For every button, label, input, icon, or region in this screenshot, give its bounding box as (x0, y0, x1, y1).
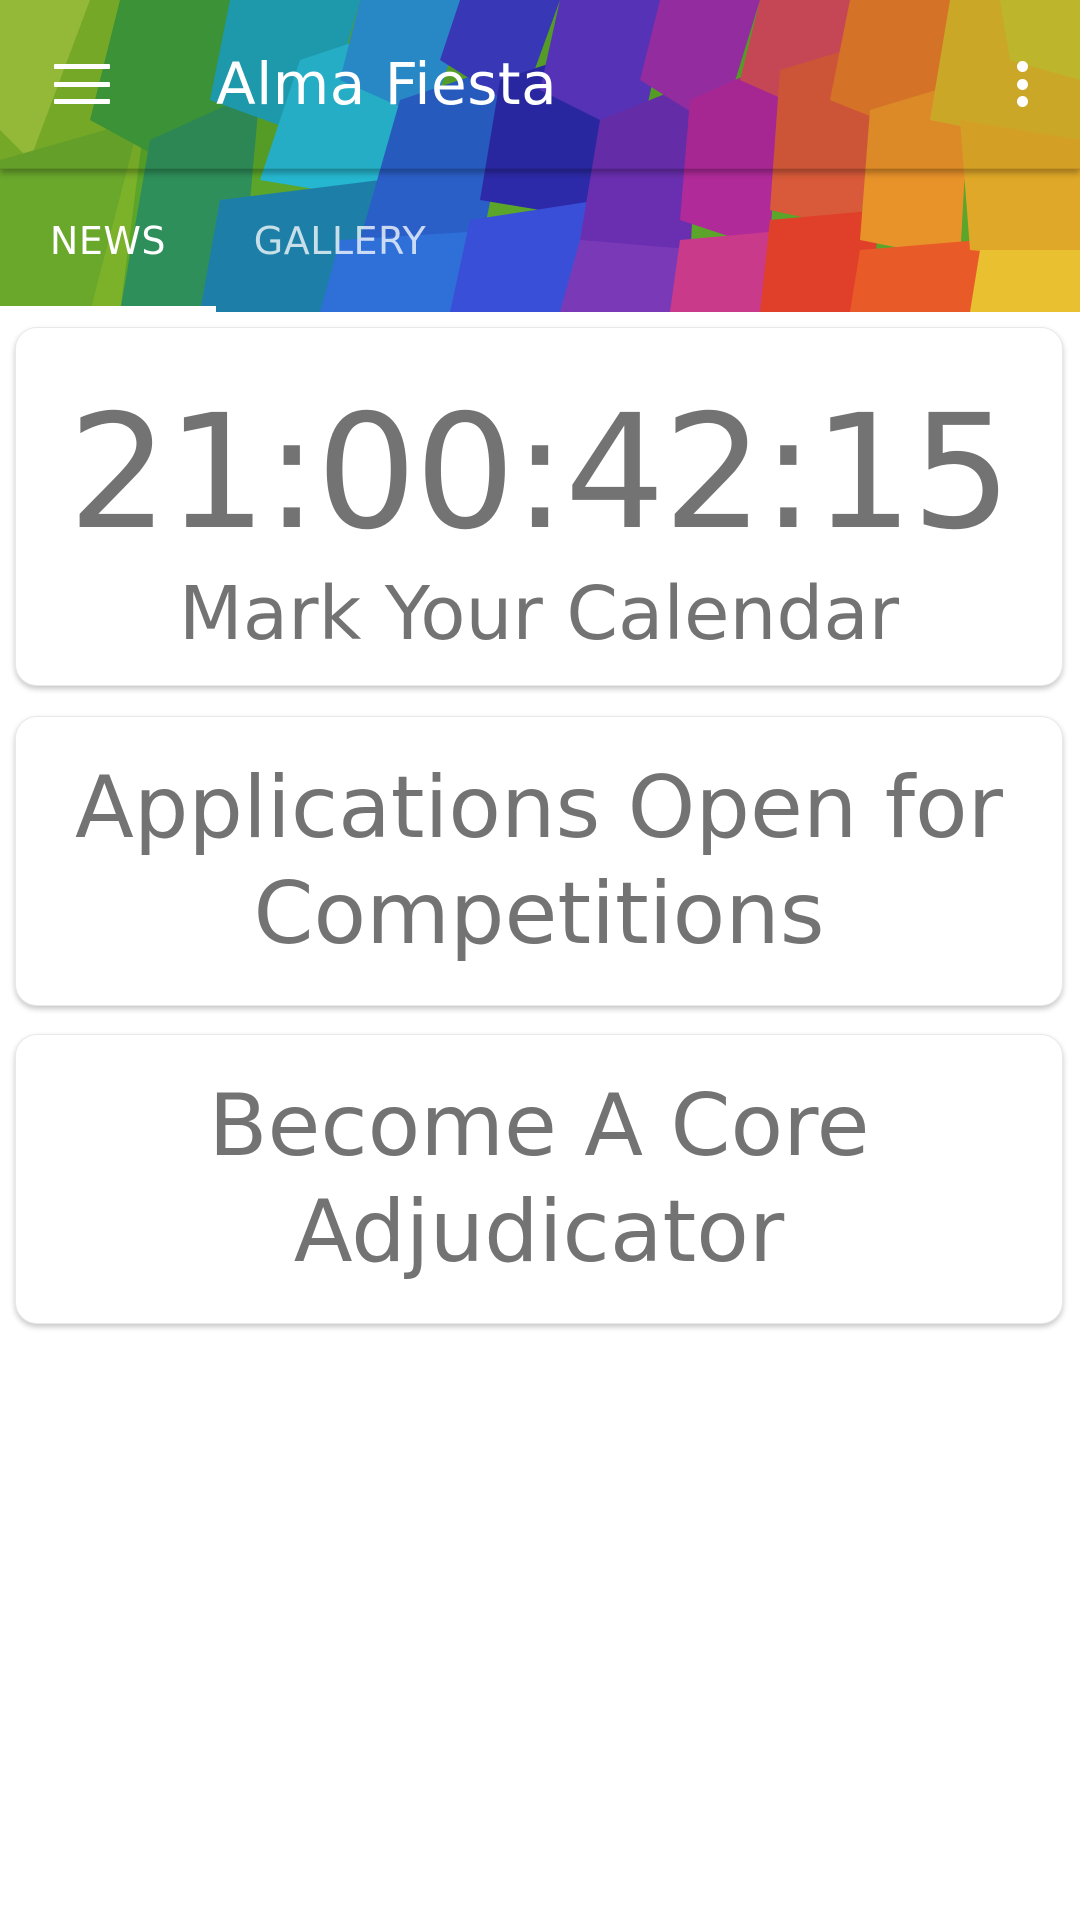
toolbar: Alma Fiesta (0, 0, 1080, 169)
more-vert-icon (1016, 61, 1028, 107)
hamburger-menu-icon (54, 64, 110, 104)
applications-open-card[interactable]: Applications Open for Competitions (15, 716, 1063, 1006)
core-adjudicator-text: Become A Core Adjudicator (208, 1076, 870, 1282)
overflow-menu-button[interactable] (982, 44, 1062, 124)
countdown-caption: Mark Your Calendar (178, 571, 900, 657)
app-title: Alma Fiesta (216, 50, 558, 118)
core-adjudicator-card[interactable]: Become A Core Adjudicator (15, 1034, 1063, 1324)
countdown-card[interactable]: 21:00:42:15 Mark Your Calendar (15, 327, 1063, 686)
applications-open-text: Applications Open for Competitions (75, 758, 1003, 964)
tab-gallery[interactable]: GALLERY (216, 170, 464, 312)
app-header: Alma Fiesta NEWS GALLERY (0, 0, 1080, 312)
tab-bar: NEWS GALLERY (0, 170, 1080, 312)
countdown-timer: 21:00:42:15 (68, 381, 1012, 565)
selected-tab-indicator (0, 306, 216, 312)
navigation-menu-button[interactable] (34, 40, 130, 128)
tab-news[interactable]: NEWS (0, 170, 216, 312)
